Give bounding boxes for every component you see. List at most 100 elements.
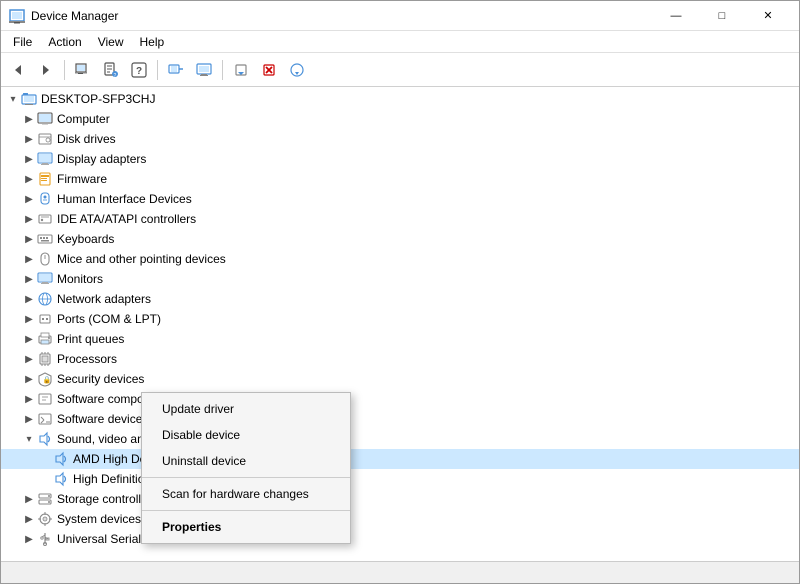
tree-item-amd-audio[interactable]: ▶ AMD High Definition Audio Device	[1, 449, 799, 469]
tree-item-keyboards[interactable]: ▶ Keyboards	[1, 229, 799, 249]
ports-icon	[37, 311, 53, 327]
usb-icon	[37, 531, 53, 547]
keyboards-label: Keyboards	[57, 232, 114, 246]
forward-button[interactable]	[33, 57, 59, 83]
security-icon: 🔒	[37, 371, 53, 387]
root-label: DESKTOP-SFP3CHJ	[41, 92, 155, 106]
tree-item-disk[interactable]: ▶ Disk drives	[1, 129, 799, 149]
keyboards-icon	[37, 231, 53, 247]
help-toolbar-btn[interactable]: ?	[126, 57, 152, 83]
mice-label: Mice and other pointing devices	[57, 252, 226, 266]
update-toolbar-btn[interactable]	[228, 57, 254, 83]
device-manager-window: Device Manager — □ ✕ File Action View He…	[0, 0, 800, 584]
expand-security[interactable]: ▶	[21, 371, 37, 387]
tree-root[interactable]: ▾ DESKTOP-SFP3CHJ	[1, 89, 799, 109]
screen-toolbar-btn[interactable]	[191, 57, 217, 83]
expand-system-dev[interactable]: ▶	[21, 511, 37, 527]
tree-item-processors[interactable]: ▶ Processors	[1, 349, 799, 369]
expand-display[interactable]: ▶	[21, 151, 37, 167]
ide-icon	[37, 211, 53, 227]
monitors-icon	[37, 271, 53, 287]
context-menu: Update driver Disable device Uninstall d…	[141, 392, 351, 544]
expand-software-dev[interactable]: ▶	[21, 411, 37, 427]
expand-computer[interactable]: ▶	[21, 111, 37, 127]
tree-item-print[interactable]: ▶ Print queues	[1, 329, 799, 349]
computer-label: Computer	[57, 112, 110, 126]
expand-firmware[interactable]: ▶	[21, 171, 37, 187]
tree-item-sound[interactable]: ▾ Sound, video and game controllers	[1, 429, 799, 449]
tree-item-computer[interactable]: ▶ Computer	[1, 109, 799, 129]
scan-toolbar-btn[interactable]	[163, 57, 189, 83]
ctx-uninstall-device[interactable]: Uninstall device	[142, 448, 350, 474]
expand-sound[interactable]: ▾	[21, 431, 37, 447]
expand-software-comp[interactable]: ▶	[21, 391, 37, 407]
tree-view[interactable]: ▾ DESKTOP-SFP3CHJ ▶ Computer	[1, 87, 799, 561]
ctx-properties[interactable]: Properties	[142, 514, 350, 540]
tree-item-mice[interactable]: ▶ Mice and other pointing devices	[1, 249, 799, 269]
mice-icon	[37, 251, 53, 267]
back-button[interactable]	[5, 57, 31, 83]
firmware-label: Firmware	[57, 172, 107, 186]
ctx-disable-device[interactable]: Disable device	[142, 422, 350, 448]
tree-item-ports[interactable]: ▶ Ports (COM & LPT)	[1, 309, 799, 329]
tree-item-software-comp[interactable]: ▶ Software components	[1, 389, 799, 409]
tree-item-ide[interactable]: ▶ IDE ATA/ATAPI controllers	[1, 209, 799, 229]
tree-item-network[interactable]: ▶ Network adapters	[1, 289, 799, 309]
expand-mice[interactable]: ▶	[21, 251, 37, 267]
expand-keyboards[interactable]: ▶	[21, 231, 37, 247]
software-comp-icon	[37, 391, 53, 407]
expand-storage-ctrl[interactable]: ▶	[21, 491, 37, 507]
expand-ide[interactable]: ▶	[21, 211, 37, 227]
expand-usb[interactable]: ▶	[21, 531, 37, 547]
tree-item-security[interactable]: ▶ 🔒 Security devices	[1, 369, 799, 389]
display-label: Display adapters	[57, 152, 146, 166]
download-toolbar-btn[interactable]	[284, 57, 310, 83]
expand-monitors[interactable]: ▶	[21, 271, 37, 287]
minimize-button[interactable]: —	[653, 1, 699, 31]
software-dev-label: Software devices	[57, 412, 148, 426]
system-dev-label: System devices	[57, 512, 141, 526]
menu-bar: File Action View Help	[1, 31, 799, 53]
expand-print[interactable]: ▶	[21, 331, 37, 347]
tree-item-monitors[interactable]: ▶ Monitors	[1, 269, 799, 289]
print-icon	[37, 331, 53, 347]
tree-item-software-dev[interactable]: ▶ Software devices	[1, 409, 799, 429]
computer-icon	[37, 111, 53, 127]
toolbar-separator-3	[222, 60, 223, 80]
tree-item-firmware[interactable]: ▶ Firmware	[1, 169, 799, 189]
title-bar: Device Manager — □ ✕	[1, 1, 799, 31]
network-icon	[37, 291, 53, 307]
expand-ports[interactable]: ▶	[21, 311, 37, 327]
hid-label: Human Interface Devices	[57, 192, 192, 206]
expand-root[interactable]: ▾	[5, 91, 21, 107]
expand-disk[interactable]: ▶	[21, 131, 37, 147]
tree-item-storage-ctrl[interactable]: ▶ Storage controllers	[1, 489, 799, 509]
tree-item-display[interactable]: ▶ Display adapters	[1, 149, 799, 169]
uninstall-toolbar-btn[interactable]	[256, 57, 282, 83]
tree-item-system-dev[interactable]: ▶ System devices	[1, 509, 799, 529]
svg-text:?: ?	[114, 73, 117, 78]
software-dev-icon	[37, 411, 53, 427]
menu-file[interactable]: File	[5, 33, 40, 51]
tree-item-high-def[interactable]: ▶ High Definition Audio Device	[1, 469, 799, 489]
expand-hid[interactable]: ▶	[21, 191, 37, 207]
window-icon	[9, 8, 25, 24]
ctx-scan-hardware[interactable]: Scan for hardware changes	[142, 481, 350, 507]
menu-action[interactable]: Action	[40, 33, 89, 51]
system-dev-icon	[37, 511, 53, 527]
maximize-button[interactable]: □	[699, 1, 745, 31]
device-manager-toolbar-btn[interactable]	[70, 57, 96, 83]
tree-item-hid[interactable]: ▶ Human Interface Devices	[1, 189, 799, 209]
monitors-label: Monitors	[57, 272, 103, 286]
expand-network[interactable]: ▶	[21, 291, 37, 307]
tree-item-usb[interactable]: ▶ Universal Serial Bus controllers	[1, 529, 799, 549]
ctx-update-driver[interactable]: Update driver	[142, 396, 350, 422]
properties-toolbar-btn[interactable]: ?	[98, 57, 124, 83]
menu-view[interactable]: View	[90, 33, 132, 51]
close-button[interactable]: ✕	[745, 1, 791, 31]
amd-audio-icon	[53, 451, 69, 467]
ctx-separator-2	[142, 510, 350, 511]
ports-label: Ports (COM & LPT)	[57, 312, 161, 326]
menu-help[interactable]: Help	[132, 33, 173, 51]
expand-processors[interactable]: ▶	[21, 351, 37, 367]
